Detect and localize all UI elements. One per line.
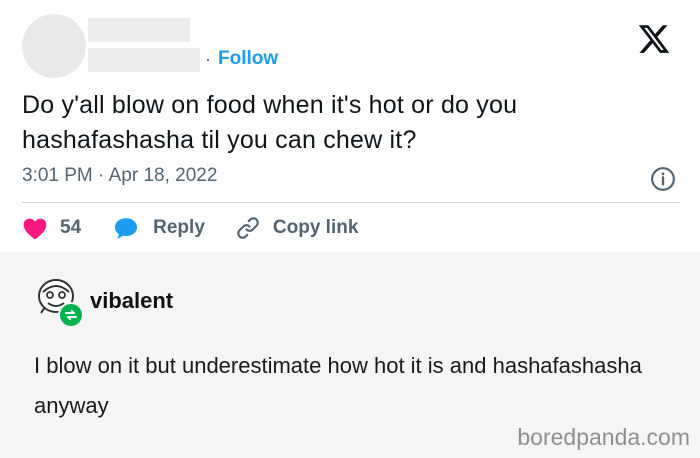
tweet-text: Do y'all blow on food when it's hot or d… xyxy=(22,91,518,154)
tweet-card: · Follow Do y'all blow on food when it's… xyxy=(0,0,700,252)
heart-icon xyxy=(23,218,47,240)
watermark: boredpanda.com xyxy=(517,424,690,450)
link-icon xyxy=(237,217,259,239)
like-count: 54 xyxy=(60,217,82,238)
reply-bubble-icon xyxy=(115,218,138,239)
copy-link-label: Copy link xyxy=(272,217,359,238)
redacted-display-name xyxy=(88,18,190,42)
reply-label: Reply xyxy=(153,217,205,238)
divider xyxy=(22,202,680,203)
follow-separator: · xyxy=(205,49,211,69)
x-logo-icon[interactable] xyxy=(637,22,671,56)
reblog-arrows xyxy=(65,310,77,320)
avatar[interactable] xyxy=(22,14,86,78)
reblog-icon xyxy=(58,302,84,328)
follow-button[interactable]: Follow xyxy=(218,48,278,70)
reply-text: I blow on it but underestimate how hot i… xyxy=(34,353,642,418)
redacted-handle xyxy=(88,48,200,72)
copy-link-button[interactable]: Copy link xyxy=(235,215,359,241)
reply-button[interactable]: Reply xyxy=(113,216,205,240)
reply-username[interactable]: vibalent xyxy=(90,288,173,314)
tweet-timestamp[interactable]: 3:01 PM · Apr 18, 2022 xyxy=(22,165,217,187)
info-icon[interactable] xyxy=(650,166,676,192)
tweet-actions: 54 Reply Copy link xyxy=(22,208,358,248)
like-button[interactable]: 54 xyxy=(22,216,81,240)
